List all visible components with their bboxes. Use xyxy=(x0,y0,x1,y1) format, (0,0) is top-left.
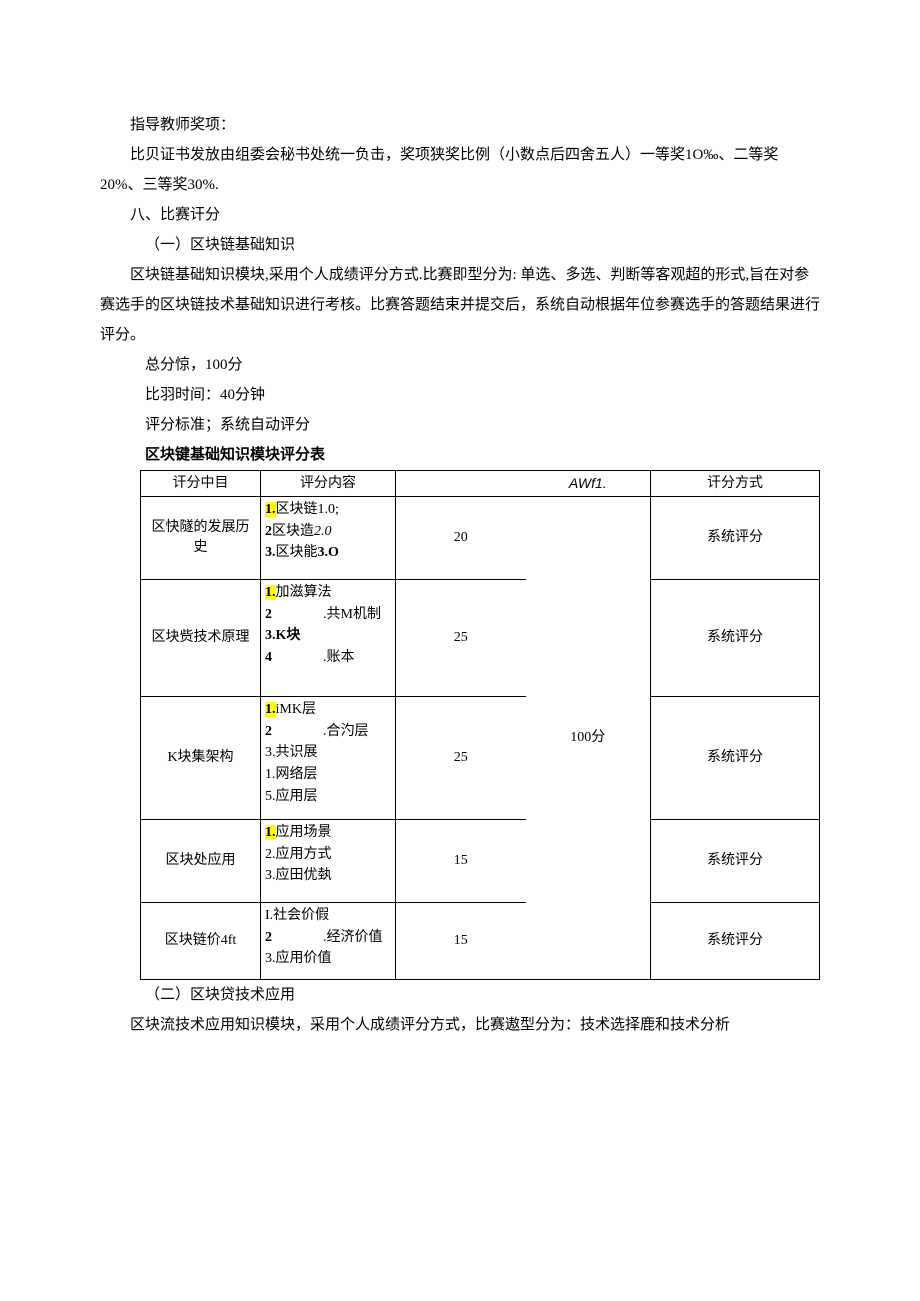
heading-eight: 八、比赛讦分 xyxy=(100,200,820,230)
text: 1.网络层 xyxy=(265,767,318,782)
num-hl: 1. xyxy=(265,825,276,840)
th-method: 讦分方式 xyxy=(651,471,820,497)
th-awf: AWf1. xyxy=(526,471,651,497)
num: 2 xyxy=(265,927,323,949)
text: 区块造 xyxy=(272,524,314,539)
paragraph-cert: 比贝证书发放由组委会秘书处统一负击，奖项狭奖比例（小数点后四舍五人）一等奖1O‰… xyxy=(100,140,820,200)
table-title: 区块键基础知识模块评分表 xyxy=(100,440,820,470)
text-permille: ‰ xyxy=(703,147,718,163)
cell-score: 15 xyxy=(396,820,526,903)
cell-item: 区块链价4ft xyxy=(141,903,261,980)
text: 3.共识展 xyxy=(265,745,318,760)
text: 2.应用方式 xyxy=(265,847,332,862)
cell-score: 25 xyxy=(396,697,526,820)
text: .合汋层 xyxy=(323,724,369,739)
subheading-two: （二）区块贷技术应用 xyxy=(100,980,820,1010)
cell-item: 区快隧的发展历史 xyxy=(141,497,261,580)
cell-score: 25 xyxy=(396,580,526,697)
cell-total: 100分 xyxy=(526,497,651,980)
paragraph-award-teacher: 指导教师奖项： xyxy=(100,110,820,140)
line-standard: 评分标准；系统自动评分 xyxy=(100,410,820,440)
cell-method: 系统评分 xyxy=(651,697,820,820)
cell-item: 区块处应用 xyxy=(141,820,261,903)
th-content: 评分内容 xyxy=(261,471,396,497)
table-row: 区快隧的发展历史 1.区块链1.0; 2区块造2.0 3.区块能3.O 20 1… xyxy=(141,497,820,580)
num: 2 xyxy=(265,721,323,743)
text: 区块链1.0; xyxy=(276,502,339,517)
cell-score: 15 xyxy=(396,903,526,980)
table-row: K块集架构 1.iMK层 2.合汋层 3.共识展 1.网络层 5.应用层 25 … xyxy=(141,697,820,820)
num: 3. xyxy=(265,545,276,560)
num: 3.O xyxy=(318,545,339,560)
text: 区块能 xyxy=(276,545,318,560)
th-item: 讦分中目 xyxy=(141,471,261,497)
text: .经济价值 xyxy=(323,930,383,945)
num-hl: 1. xyxy=(265,702,276,717)
text: 应用场景 xyxy=(276,825,332,840)
cell-score: 20 xyxy=(396,497,526,580)
document-page: 指导教师奖项： 比贝证书发放由组委会秘书处统一负击，奖项狭奖比例（小数点后四舍五… xyxy=(0,0,920,1120)
cell-content: 1.区块链1.0; 2区块造2.0 3.区块能3.O xyxy=(261,497,396,580)
text: 5.应用层 xyxy=(265,789,318,804)
cell-method: 系统评分 xyxy=(651,903,820,980)
text: 加滋算法 xyxy=(276,585,332,600)
cell-method: 系统评分 xyxy=(651,580,820,697)
paragraph-app: 区块流技术应用知识模块，采用个人成绩评分方式，比赛遨型分为：技术选择鹿和技术分析 xyxy=(100,1010,820,1040)
text: .账本 xyxy=(323,650,355,665)
line-time: 比羽时间：40分钟 xyxy=(100,380,820,410)
cell-content: 1.iMK层 2.合汋层 3.共识展 1.网络层 5.应用层 xyxy=(261,697,396,820)
num: 2 xyxy=(265,604,323,626)
cell-content: 1.加滋算法 2.共M机制 3.K块 4.账本 xyxy=(261,580,396,697)
subheading-one: （一）区块链基础知识 xyxy=(100,230,820,260)
cell-item: 区块赀技术原理 xyxy=(141,580,261,697)
num: 4 xyxy=(265,647,323,669)
text: 比贝证书发放由组委会秘书处统一负击，奖项狭奖比例（小数点后四舍五人）一等奖1O xyxy=(130,147,703,163)
table-row: 区块赀技术原理 1.加滋算法 2.共M机制 3.K块 4.账本 25 系统评分 xyxy=(141,580,820,697)
text: 3.应田优埶 xyxy=(265,868,332,883)
cell-content: I.社会价假 2.经济价值 3.应用价值 xyxy=(261,903,396,980)
table-row: 区块处应用 1.应用场景 2.应用方式 3.应田优埶 15 系统评分 xyxy=(141,820,820,903)
cell-item: K块集架构 xyxy=(141,697,261,820)
cell-method: 系统评分 xyxy=(651,497,820,580)
table-row: 区块链价4ft I.社会价假 2.经济价值 3.应用价值 15 系统评分 xyxy=(141,903,820,980)
num-hl: 1. xyxy=(265,585,276,600)
text: .共M机制 xyxy=(323,607,381,622)
table-header-row: 讦分中目 评分内容 AWf1. 讦分方式 xyxy=(141,471,820,497)
line-totalscore: 总分惊，100分 xyxy=(100,350,820,380)
text: I.社会价假 xyxy=(265,908,329,923)
th-empty xyxy=(396,471,526,497)
num-hl: 1. xyxy=(265,502,276,517)
text: 3.应用价值 xyxy=(265,951,332,966)
text: iMK层 xyxy=(276,702,316,717)
cell-content: 1.应用场景 2.应用方式 3.应田优埶 xyxy=(261,820,396,903)
num: 2 xyxy=(265,524,272,539)
paragraph-desc: 区块链基础知识模块,采用个人成绩评分方式.比赛即型分为: 单选、多选、判断等客观… xyxy=(100,260,820,350)
cell-method: 系统评分 xyxy=(651,820,820,903)
score-table: 讦分中目 评分内容 AWf1. 讦分方式 区快隧的发展历史 1.区块链1.0; … xyxy=(140,470,820,980)
text-bold: 3.K块 xyxy=(265,628,300,643)
text-italic: 2.0 xyxy=(314,524,332,539)
